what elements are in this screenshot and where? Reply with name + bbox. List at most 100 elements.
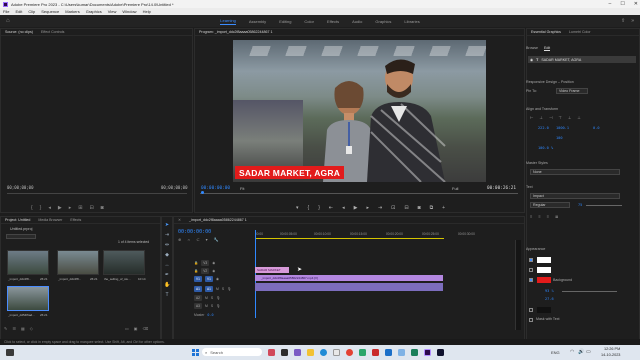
audio-clip[interactable] bbox=[255, 283, 443, 291]
background-opacity-value[interactable]: 93 % bbox=[545, 289, 554, 293]
source-patch-a1[interactable]: A1 bbox=[194, 285, 202, 292]
close-sequence-icon[interactable]: ✕ bbox=[178, 218, 181, 222]
store-icon[interactable] bbox=[333, 349, 340, 356]
app-icon-2[interactable] bbox=[359, 349, 366, 356]
mute-icon[interactable]: M bbox=[205, 296, 208, 300]
step-forward-icon[interactable]: ▸ bbox=[69, 205, 72, 211]
lower-third-title[interactable]: SADAR MARKET, AGRA bbox=[235, 166, 345, 179]
font-size-slider[interactable] bbox=[586, 205, 622, 206]
taskbar-search-input[interactable]: ⌕ Search bbox=[202, 348, 262, 356]
app-icon-4[interactable] bbox=[385, 349, 392, 356]
clock-date[interactable]: 14-10-2023 bbox=[601, 353, 620, 357]
overwrite-icon[interactable]: ⊟ bbox=[89, 205, 93, 211]
chrome-icon[interactable] bbox=[346, 349, 353, 356]
program-playhead[interactable] bbox=[201, 191, 204, 194]
font-style-select[interactable]: Regular bbox=[530, 202, 570, 208]
scale-value[interactable]: 100 bbox=[556, 136, 563, 140]
workspace-tab-learning[interactable]: Learning bbox=[220, 18, 236, 25]
sequence-tab[interactable]: _import_ddc2f8aaaa05862244867 1 bbox=[189, 218, 247, 222]
tab-essential-graphics[interactable]: Essential Graphics bbox=[531, 30, 561, 34]
menu-help[interactable]: Help bbox=[143, 9, 151, 14]
new-item-icon[interactable]: ▣ bbox=[134, 326, 138, 331]
solo-icon[interactable]: S bbox=[222, 287, 224, 291]
subtab-browse[interactable]: Browse bbox=[526, 46, 538, 51]
slip-tool-icon[interactable]: ↔ bbox=[164, 262, 170, 268]
settings-icon[interactable]: + bbox=[442, 205, 445, 211]
align-right-icon[interactable]: ⊣ bbox=[549, 115, 552, 120]
align-middle-icon[interactable]: ⊥ bbox=[568, 115, 571, 120]
background-opacity-slider[interactable] bbox=[562, 291, 617, 292]
tab-media-browser[interactable]: Media Browser bbox=[38, 218, 62, 222]
minimize-icon[interactable]: – bbox=[609, 1, 612, 7]
weather-widget-icon[interactable] bbox=[6, 349, 14, 356]
tab-effects[interactable]: Effects bbox=[70, 218, 81, 222]
background-swatch[interactable] bbox=[537, 277, 551, 283]
project-search-input[interactable] bbox=[6, 234, 36, 239]
mute-icon[interactable]: M bbox=[205, 304, 208, 308]
rotation-value[interactable]: 0.0 bbox=[593, 126, 600, 130]
after-effects-icon[interactable] bbox=[437, 349, 444, 356]
compare-icon[interactable]: ⧉ bbox=[430, 205, 434, 211]
pen-tool-icon[interactable]: ✒ bbox=[164, 272, 170, 278]
workspace-tab-libraries[interactable]: Libraries bbox=[404, 19, 419, 24]
menu-markers[interactable]: Markers bbox=[65, 9, 79, 14]
track-label-a3[interactable]: A3 bbox=[194, 302, 202, 309]
title-clip[interactable]: SADAR MARKET bbox=[255, 267, 289, 273]
wifi-icon[interactable]: ◠ bbox=[570, 349, 574, 355]
extract-icon[interactable]: ⊟ bbox=[404, 205, 408, 211]
trash-icon[interactable]: ⌫ bbox=[143, 326, 149, 331]
battery-icon[interactable]: ▭ bbox=[586, 349, 591, 355]
nest-icon[interactable]: ⊕ bbox=[178, 237, 181, 242]
mark-out-icon[interactable]: } bbox=[40, 205, 42, 211]
freeform-view-icon[interactable]: ◇ bbox=[30, 326, 33, 331]
menu-window[interactable]: Window bbox=[122, 9, 136, 14]
graphics-layer-item[interactable]: ◉ T SADAR MARKET, AGRA bbox=[528, 56, 636, 63]
stroke-swatch[interactable] bbox=[537, 267, 551, 273]
track-label-a1[interactable]: A1 bbox=[205, 285, 213, 292]
play-icon[interactable]: ▶ bbox=[58, 205, 62, 211]
text-align-center-icon[interactable]: ≡ bbox=[538, 214, 540, 219]
menu-file[interactable]: File bbox=[3, 9, 9, 14]
workspace-tab-assembly[interactable]: Assembly bbox=[249, 19, 266, 24]
teams-icon[interactable] bbox=[294, 349, 301, 356]
position-x-value[interactable]: 222.0 bbox=[538, 126, 549, 130]
project-thumb-2[interactable] bbox=[57, 250, 99, 275]
icon-view-icon[interactable]: ▦ bbox=[21, 326, 25, 331]
workspace-tab-graphics[interactable]: Graphics bbox=[375, 19, 391, 24]
text-align-right-icon[interactable]: ≡ bbox=[547, 214, 549, 219]
eye-icon[interactable]: ◉ bbox=[216, 277, 219, 281]
camera-icon[interactable]: ◙ bbox=[101, 205, 104, 211]
program-video-frame[interactable]: SADAR MARKET, AGRA bbox=[233, 40, 486, 182]
selection-tool-icon[interactable]: ➤ bbox=[164, 222, 170, 228]
goto-out-icon[interactable]: ⇥ bbox=[378, 205, 382, 211]
pencil-icon[interactable]: ✎ bbox=[4, 326, 7, 331]
workspace-tab-color[interactable]: Color bbox=[304, 19, 314, 24]
align-top-icon[interactable]: ⊤ bbox=[558, 115, 561, 120]
source-timecode[interactable]: 00;00;00;00 bbox=[7, 185, 34, 190]
premiere-taskbar-icon[interactable] bbox=[424, 349, 431, 356]
text-align-left-icon[interactable]: ≡ bbox=[530, 214, 532, 219]
master-volume-value[interactable]: 0.0 bbox=[207, 313, 213, 317]
mute-icon[interactable]: M bbox=[216, 287, 219, 291]
list-view-icon[interactable]: ☰ bbox=[12, 326, 16, 331]
home-icon[interactable]: ⌂ bbox=[6, 18, 10, 24]
mark-in-icon[interactable]: { bbox=[31, 205, 33, 211]
background-size-value[interactable]: 27.6 bbox=[545, 297, 554, 301]
background-checkbox[interactable] bbox=[529, 278, 533, 282]
language-indicator[interactable]: ENG bbox=[551, 350, 560, 355]
program-panel-title[interactable]: Program: _import_ddc2f8aaaa05862244867 1 bbox=[199, 30, 273, 34]
program-timecode[interactable]: 00:00:00:00 bbox=[201, 186, 230, 191]
playback-resolution-select[interactable]: Full bbox=[452, 186, 458, 191]
mic-icon[interactable]: 🎙 bbox=[227, 287, 231, 291]
fill-checkbox[interactable] bbox=[529, 258, 533, 262]
start-icon[interactable] bbox=[192, 349, 199, 356]
pin-to-select[interactable]: Video Frame bbox=[556, 88, 588, 94]
insert-icon[interactable]: ⊞ bbox=[78, 205, 82, 211]
solo-icon[interactable]: S bbox=[211, 304, 213, 308]
menu-graphics[interactable]: Graphics bbox=[86, 9, 102, 14]
align-center-icon[interactable]: ⊥ bbox=[539, 115, 542, 120]
solo-icon[interactable]: S bbox=[211, 296, 213, 300]
mic-icon[interactable]: 🎙 bbox=[216, 296, 220, 300]
close-icon[interactable]: ✕ bbox=[634, 1, 638, 7]
fill-swatch[interactable] bbox=[537, 257, 551, 263]
